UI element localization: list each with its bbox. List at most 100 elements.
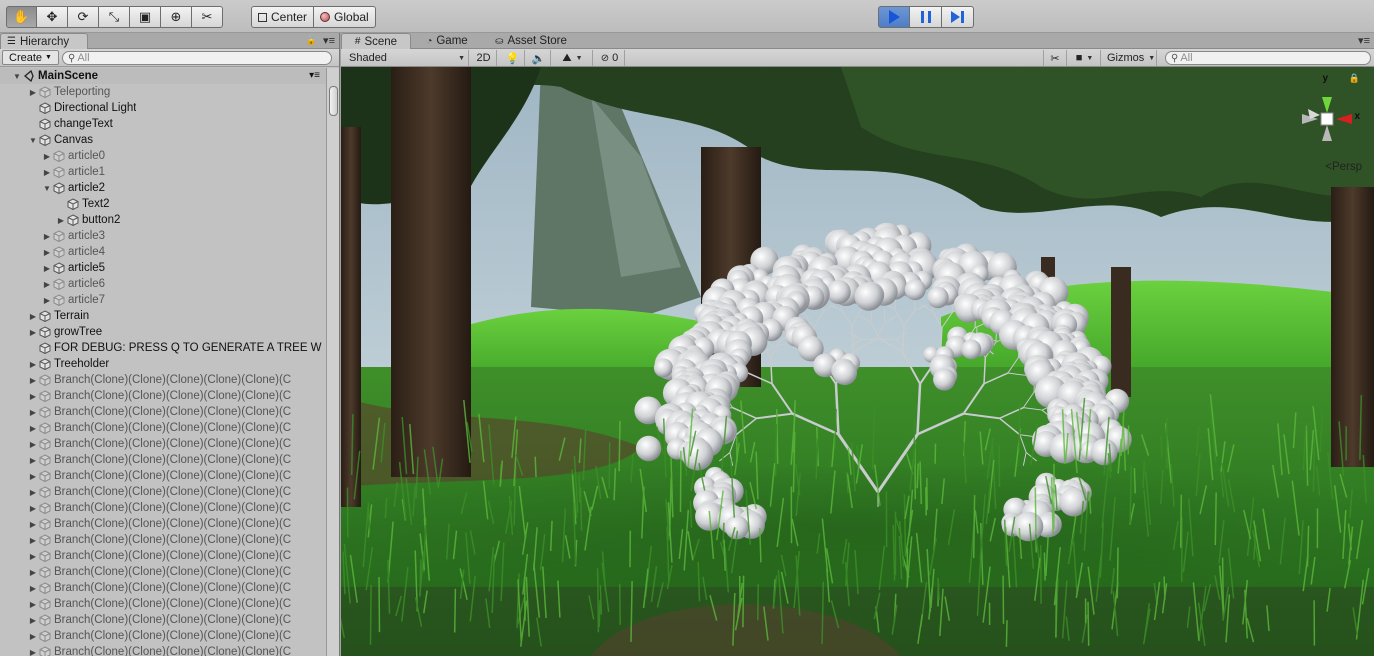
chevron-right-icon[interactable]: ▶ xyxy=(28,328,38,337)
move-tool-button[interactable]: ✥ xyxy=(37,6,68,28)
chevron-right-icon[interactable]: ▶ xyxy=(28,472,38,481)
hierarchy-row[interactable]: ▶ Branch(Clone)(Clone)(Clone)(Clone)(Clon… xyxy=(0,644,326,656)
gizmos-dropdown[interactable]: Gizmos ▼ xyxy=(1103,50,1157,66)
hierarchy-row[interactable]: ▶ Branch(Clone)(Clone)(Clone)(Clone)(Clon… xyxy=(0,516,326,532)
chevron-right-icon[interactable]: ▶ xyxy=(28,632,38,641)
hierarchy-row[interactable]: ▶ Branch(Clone)(Clone)(Clone)(Clone)(Clon… xyxy=(0,388,326,404)
chevron-right-icon[interactable]: ▶ xyxy=(28,616,38,625)
hierarchy-row[interactable]: ▶ button2 xyxy=(0,212,326,228)
z-axis-cone-icon[interactable] xyxy=(1308,109,1320,119)
hierarchy-row[interactable]: ▶ article4 xyxy=(0,244,326,260)
tab-game[interactable]: ◔ Game xyxy=(411,33,483,49)
create-button[interactable]: Create ▼ xyxy=(2,50,59,65)
chevron-right-icon[interactable]: ▶ xyxy=(28,648,38,656)
chevron-right-icon[interactable]: ▶ xyxy=(28,456,38,465)
hierarchy-row[interactable]: ▶ Teleporting xyxy=(0,84,326,100)
hierarchy-search[interactable]: ⚲ xyxy=(62,51,332,65)
chevron-right-icon[interactable]: ▶ xyxy=(28,424,38,433)
chevron-right-icon[interactable]: ▶ xyxy=(28,600,38,609)
lock-icon[interactable]: 🔒 xyxy=(1349,73,1360,84)
rect-tool-tool-button[interactable]: ▣ xyxy=(130,6,161,28)
chevron-down-icon[interactable]: ▼ xyxy=(12,72,22,81)
camera-settings-dropdown[interactable]: ■ ▼ xyxy=(1069,50,1101,66)
chevron-right-icon[interactable]: ▶ xyxy=(28,88,38,97)
play-button[interactable] xyxy=(878,6,910,28)
audio-toggle[interactable]: 🔈 xyxy=(527,50,551,66)
hierarchy-row[interactable]: ▶ Branch(Clone)(Clone)(Clone)(Clone)(Clon… xyxy=(0,532,326,548)
chevron-right-icon[interactable]: ▶ xyxy=(28,504,38,513)
shading-mode-dropdown[interactable]: Shaded ▼ xyxy=(345,50,469,66)
chevron-right-icon[interactable]: ▶ xyxy=(28,552,38,561)
hierarchy-row[interactable]: ▶ Branch(Clone)(Clone)(Clone)(Clone)(Clon… xyxy=(0,452,326,468)
hierarchy-search-input[interactable] xyxy=(77,52,331,64)
hierarchy-row[interactable]: ▶ Branch(Clone)(Clone)(Clone)(Clone)(Clon… xyxy=(0,484,326,500)
hierarchy-row[interactable]: ▶ article1 xyxy=(0,164,326,180)
tab-scene[interactable]: # Scene xyxy=(341,33,411,49)
lighting-toggle[interactable]: 💡 xyxy=(501,50,525,66)
pivot-space-button[interactable]: Global xyxy=(314,6,376,28)
hierarchy-row[interactable]: ▶ Branch(Clone)(Clone)(Clone)(Clone)(Clon… xyxy=(0,404,326,420)
panel-menu-icon[interactable]: ▾≡ xyxy=(1358,34,1370,47)
chevron-right-icon[interactable]: ▶ xyxy=(42,264,52,273)
tab-asset-store[interactable]: ⛀ Asset Store xyxy=(483,33,579,49)
hierarchy-row[interactable]: ▶ article5 xyxy=(0,260,326,276)
chevron-right-icon[interactable]: ▶ xyxy=(28,376,38,385)
scene-orientation-gizmo[interactable] xyxy=(1292,75,1362,165)
chevron-right-icon[interactable]: ▶ xyxy=(42,168,52,177)
hierarchy-scrollbar[interactable] xyxy=(326,68,339,656)
chevron-right-icon[interactable]: ▶ xyxy=(28,392,38,401)
hidden-objects-toggle[interactable]: ⊘ 0 xyxy=(595,50,625,66)
hierarchy-row[interactable]: ▶ Branch(Clone)(Clone)(Clone)(Clone)(Clon… xyxy=(0,548,326,564)
hierarchy-row[interactable]: ▶ Branch(Clone)(Clone)(Clone)(Clone)(Clon… xyxy=(0,628,326,644)
scene-root-row[interactable]: ▼ MainScene ▾≡ xyxy=(0,68,326,84)
hierarchy-row[interactable]: ▶ Branch(Clone)(Clone)(Clone)(Clone)(Clon… xyxy=(0,580,326,596)
panel-menu-icon[interactable]: ▾≡ xyxy=(323,34,335,47)
chevron-right-icon[interactable]: ▶ xyxy=(42,232,52,241)
chevron-right-icon[interactable]: ▶ xyxy=(28,584,38,593)
hand-tool-button[interactable]: ✋ xyxy=(6,6,37,28)
chevron-right-icon[interactable]: ▶ xyxy=(56,216,66,225)
chevron-right-icon[interactable]: ▶ xyxy=(28,568,38,577)
chevron-right-icon[interactable]: ▶ xyxy=(42,296,52,305)
hierarchy-row[interactable]: ▶ Branch(Clone)(Clone)(Clone)(Clone)(Clon… xyxy=(0,564,326,580)
lock-icon[interactable]: 🔒 xyxy=(306,35,317,46)
scale-tool-button[interactable]: ⤡ xyxy=(99,6,130,28)
projection-toggle[interactable]: <Persp xyxy=(1325,161,1362,173)
chevron-right-icon[interactable]: ▶ xyxy=(28,488,38,497)
pause-button[interactable] xyxy=(910,6,942,28)
hierarchy-row[interactable]: ▼ Canvas xyxy=(0,132,326,148)
hierarchy-row[interactable]: ▶ Branch(Clone)(Clone)(Clone)(Clone)(Clon… xyxy=(0,420,326,436)
hierarchy-row[interactable]: Text2 xyxy=(0,196,326,212)
x-axis-cone-icon[interactable] xyxy=(1336,114,1352,124)
scene-viewport[interactable]: y x 🔒 <Persp xyxy=(341,67,1374,656)
scene-search-input[interactable] xyxy=(1180,52,1370,64)
chevron-right-icon[interactable]: ▶ xyxy=(28,312,38,321)
effects-dropdown[interactable]: ⛰ ▼ xyxy=(553,50,593,66)
hierarchy-row[interactable]: ▶ Treeholder xyxy=(0,356,326,372)
chevron-right-icon[interactable]: ▶ xyxy=(28,536,38,545)
scene-search[interactable]: ⚲ xyxy=(1165,51,1371,65)
hierarchy-row[interactable]: ▶ article0 xyxy=(0,148,326,164)
hierarchy-row[interactable]: ▶ Branch(Clone)(Clone)(Clone)(Clone)(Clon… xyxy=(0,468,326,484)
gizmo-center-cube[interactable] xyxy=(1320,112,1334,126)
chevron-down-icon[interactable]: ▼ xyxy=(42,184,52,193)
neg-y-cone-icon[interactable] xyxy=(1322,125,1332,141)
chevron-right-icon[interactable]: ▶ xyxy=(28,520,38,529)
hierarchy-row[interactable]: ▶ Branch(Clone)(Clone)(Clone)(Clone)(Clon… xyxy=(0,372,326,388)
hierarchy-row[interactable]: ▶ Terrain xyxy=(0,308,326,324)
scene-menu-icon[interactable]: ▾≡ xyxy=(309,70,320,81)
hierarchy-row[interactable]: ▶ article3 xyxy=(0,228,326,244)
hierarchy-row[interactable]: ▶ Branch(Clone)(Clone)(Clone)(Clone)(Clon… xyxy=(0,500,326,516)
scrollbar-thumb[interactable] xyxy=(329,86,338,116)
chevron-down-icon[interactable]: ▼ xyxy=(28,136,38,145)
chevron-right-icon[interactable]: ▶ xyxy=(42,280,52,289)
hierarchy-row[interactable]: ▶ growTree xyxy=(0,324,326,340)
hierarchy-row[interactable]: ▶ article6 xyxy=(0,276,326,292)
hierarchy-row[interactable]: ▶ Branch(Clone)(Clone)(Clone)(Clone)(Clon… xyxy=(0,596,326,612)
hierarchy-row[interactable]: ▶ Branch(Clone)(Clone)(Clone)(Clone)(Clon… xyxy=(0,436,326,452)
chevron-right-icon[interactable]: ▶ xyxy=(28,440,38,449)
pivot-mode-button[interactable]: Center xyxy=(251,6,315,28)
hierarchy-row[interactable]: Directional Light xyxy=(0,100,326,116)
toggle-2d-button[interactable]: 2D xyxy=(471,50,497,66)
custom-tool-tool-button[interactable]: ✂ xyxy=(192,6,223,28)
